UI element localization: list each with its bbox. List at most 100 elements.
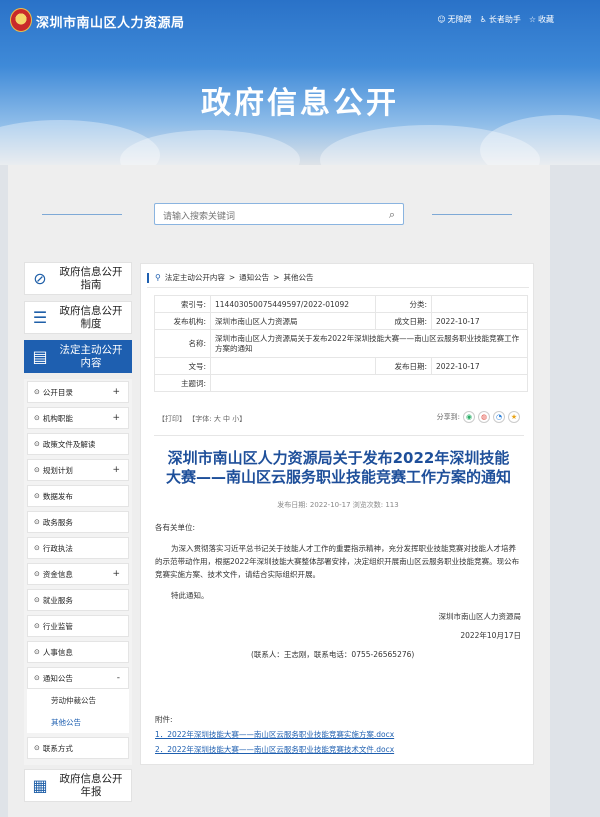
- attachments: 附件: 1．2022年深圳技能大赛——南山区云服务职业技能竞赛实施方案.docx…: [155, 712, 521, 757]
- sidebar-item-label: 政策文件及解读: [42, 439, 96, 449]
- signer: 深圳市南山区人力资源局: [438, 612, 522, 621]
- breadcrumb-marker: [147, 272, 149, 283]
- sidebar-item-label: 联系方式: [42, 743, 73, 753]
- star-icon: ☆: [528, 15, 536, 24]
- link-icon: ⊙: [34, 744, 40, 752]
- compass-icon: ⊘: [33, 269, 47, 288]
- sidebar-item-label: 法定主动公开内容: [59, 343, 123, 369]
- link-icon: ⊙: [34, 570, 40, 578]
- sidebar-item-notices[interactable]: ⊙ 通知公告 -: [27, 667, 129, 689]
- sidebar-item-policy[interactable]: ⊙ 政策文件及解读: [27, 433, 129, 455]
- sidebar-item-label: 行业监管: [42, 621, 73, 631]
- salutation: 各有关单位:: [155, 523, 196, 532]
- accessibility-icon: ☺: [437, 15, 446, 24]
- meta-value: 2022-10-17: [431, 312, 528, 330]
- weibo-icon[interactable]: ◍: [478, 411, 490, 423]
- sidebar-item-data[interactable]: ⊙ 数据发布: [27, 485, 129, 507]
- sidebar-item-functions[interactable]: ⊙ 机构职能 +: [27, 407, 129, 429]
- sidebar-item-statutory[interactable]: ▤ 法定主动公开内容: [24, 340, 132, 373]
- sidebar-item-funds[interactable]: ⊙ 资金信息 +: [27, 563, 129, 585]
- location-icon: ⚲: [155, 273, 161, 282]
- top-bar: 深圳市南山区人力资源局 ☺ 无障碍 ♿ 长者助手 ☆ 收藏: [0, 0, 600, 42]
- elder-assistant-link[interactable]: ♿ 长者助手: [480, 14, 521, 25]
- breadcrumb-link[interactable]: 通知公告: [239, 272, 269, 283]
- sidebar-item-label: 人事信息: [42, 647, 73, 657]
- divider: [154, 435, 524, 436]
- expand-icon[interactable]: +: [112, 465, 120, 475]
- qq-icon[interactable]: ◔: [493, 411, 505, 423]
- site-title[interactable]: 深圳市南山区人力资源局: [36, 12, 185, 31]
- collapse-icon[interactable]: -: [117, 673, 120, 683]
- meta-value: [210, 357, 376, 375]
- favorite-label: 收藏: [538, 15, 554, 24]
- sidebar-item-system[interactable]: ☰ 政府信息公开制度: [24, 301, 132, 334]
- article-body: 各有关单位: 为深入贯彻落实习近平总书记关于技能人才工作的重要指示精神，充分发挥…: [155, 521, 521, 669]
- expand-icon[interactable]: +: [112, 387, 120, 397]
- article-title: 深圳市南山区人力资源局关于发布2022年深圳技能大赛——南山区云服务职业技能竞赛…: [165, 449, 511, 486]
- sidebar-item-label: 政府信息公开年报: [59, 772, 123, 798]
- link-icon: ⊙: [34, 466, 40, 474]
- attachment-link[interactable]: 2．2022年深圳技能大赛——南山区云服务职业技能竞赛技术文件.docx: [155, 745, 394, 754]
- sidebar-sub-list: ⊙ 公开目录 + ⊙ 机构职能 + ⊙ 政策文件及解读 ⊙ 规划计划 + ⊙ 数据发布 ⊙ 政务服…: [24, 379, 132, 765]
- sidebar-item-label: 就业服务: [42, 595, 73, 605]
- wechat-icon[interactable]: ◉: [463, 411, 475, 423]
- sidebar-item-contact[interactable]: ⊙ 联系方式: [27, 737, 129, 759]
- search-box: ⌕: [154, 203, 404, 227]
- search-input[interactable]: [155, 207, 375, 227]
- meta-value: 11440305007544959​7/2022-01092: [210, 295, 376, 313]
- breadcrumb: ⚲ 法定主动公开内容 > 通知公告 > 其他公告: [147, 268, 529, 288]
- sidebar-subitem-arbitration[interactable]: 劳动仲裁公告: [27, 689, 129, 711]
- search-icon[interactable]: ⌕: [389, 208, 395, 222]
- sidebar-item-enforcement[interactable]: ⊙ 行政执法: [27, 537, 129, 559]
- qzone-icon[interactable]: ★: [508, 411, 520, 423]
- expand-icon[interactable]: +: [112, 413, 120, 423]
- document-icon: ▤: [32, 347, 48, 366]
- link-icon: ⊙: [34, 648, 40, 656]
- sidebar-item-annual-report[interactable]: ▦ 政府信息公开年报: [24, 769, 132, 802]
- sidebar-item-label: 数据发布: [42, 491, 73, 501]
- article-date-line: 发布日期: 2022-10-17 浏览次数: 113: [277, 501, 399, 509]
- sidebar-item-catalog[interactable]: ⊙ 公开目录 +: [27, 381, 129, 403]
- link-icon: ⊙: [34, 440, 40, 448]
- sidebar-item-label: 行政执法: [42, 543, 73, 553]
- favorite-link[interactable]: ☆ 收藏: [529, 14, 554, 25]
- meta-value: [431, 295, 528, 313]
- elder-icon: ♿: [479, 15, 487, 24]
- print-button[interactable]: 【打印】: [158, 415, 186, 423]
- sign-date: 2022年10月17日: [460, 631, 521, 640]
- attachment-link[interactable]: 1．2022年深圳技能大赛——南山区云服务职业技能竞赛实施方案.docx: [155, 730, 394, 739]
- sidebar-item-employment[interactable]: ⊙ 就业服务: [27, 589, 129, 611]
- link-icon: ⊙: [34, 622, 40, 630]
- sidebar-item-label: 公开目录: [42, 387, 73, 397]
- sidebar-item-personnel[interactable]: ⊙ 人事信息: [27, 641, 129, 663]
- link-icon: ⊙: [34, 596, 40, 604]
- header-banner: 深圳市南山区人力资源局 ☺ 无障碍 ♿ 长者助手 ☆ 收藏 政府信息公开: [0, 0, 600, 165]
- sidebar-item-regulation[interactable]: ⊙ 行业监管: [27, 615, 129, 637]
- breadcrumb-link[interactable]: 法定主动公开内容: [165, 272, 225, 283]
- report-icon: ▦: [32, 776, 48, 795]
- sidebar-subitem-other[interactable]: 其他公告: [27, 711, 129, 733]
- meta-label: 名称:: [154, 329, 211, 358]
- breadcrumb-link[interactable]: 其他公告: [283, 272, 313, 283]
- sidebar-item-planning[interactable]: ⊙ 规划计划 +: [27, 459, 129, 481]
- sidebar-item-services[interactable]: ⊙ 政务服务: [27, 511, 129, 533]
- meta-label: 分类:: [375, 295, 432, 313]
- national-emblem-icon: [10, 8, 32, 32]
- sidebar-item-label: 通知公告: [42, 673, 73, 683]
- accessibility-link[interactable]: ☺ 无障碍: [437, 14, 471, 25]
- link-icon: ⊙: [34, 544, 40, 552]
- meta-value: 2022-10-17: [431, 357, 528, 375]
- link-icon: ⊙: [34, 414, 40, 422]
- content-panel: ⚲ 法定主动公开内容 > 通知公告 > 其他公告 索引号: 1144030500…: [140, 263, 534, 765]
- sidebar-item-label: 政府信息公开制度: [59, 304, 123, 330]
- font-size-control[interactable]: 【字体: 大 中 小】: [188, 415, 246, 423]
- expand-icon[interactable]: +: [112, 569, 120, 579]
- meta-label: 文号:: [154, 357, 211, 375]
- sidebar-item-label: 政务服务: [42, 517, 73, 527]
- paragraph: 特此通知。: [171, 591, 209, 600]
- sidebar: ⊘ 政府信息公开指南 ☰ 政府信息公开制度 ▤ 法定主动公开内容 ⊙ 公开目录 + …: [24, 262, 132, 808]
- sidebar-item-guide[interactable]: ⊘ 政府信息公开指南: [24, 262, 132, 295]
- attachments-label: 附件:: [155, 715, 173, 724]
- link-icon: ⊙: [34, 674, 40, 682]
- banner-title: 政府信息公开: [201, 86, 399, 121]
